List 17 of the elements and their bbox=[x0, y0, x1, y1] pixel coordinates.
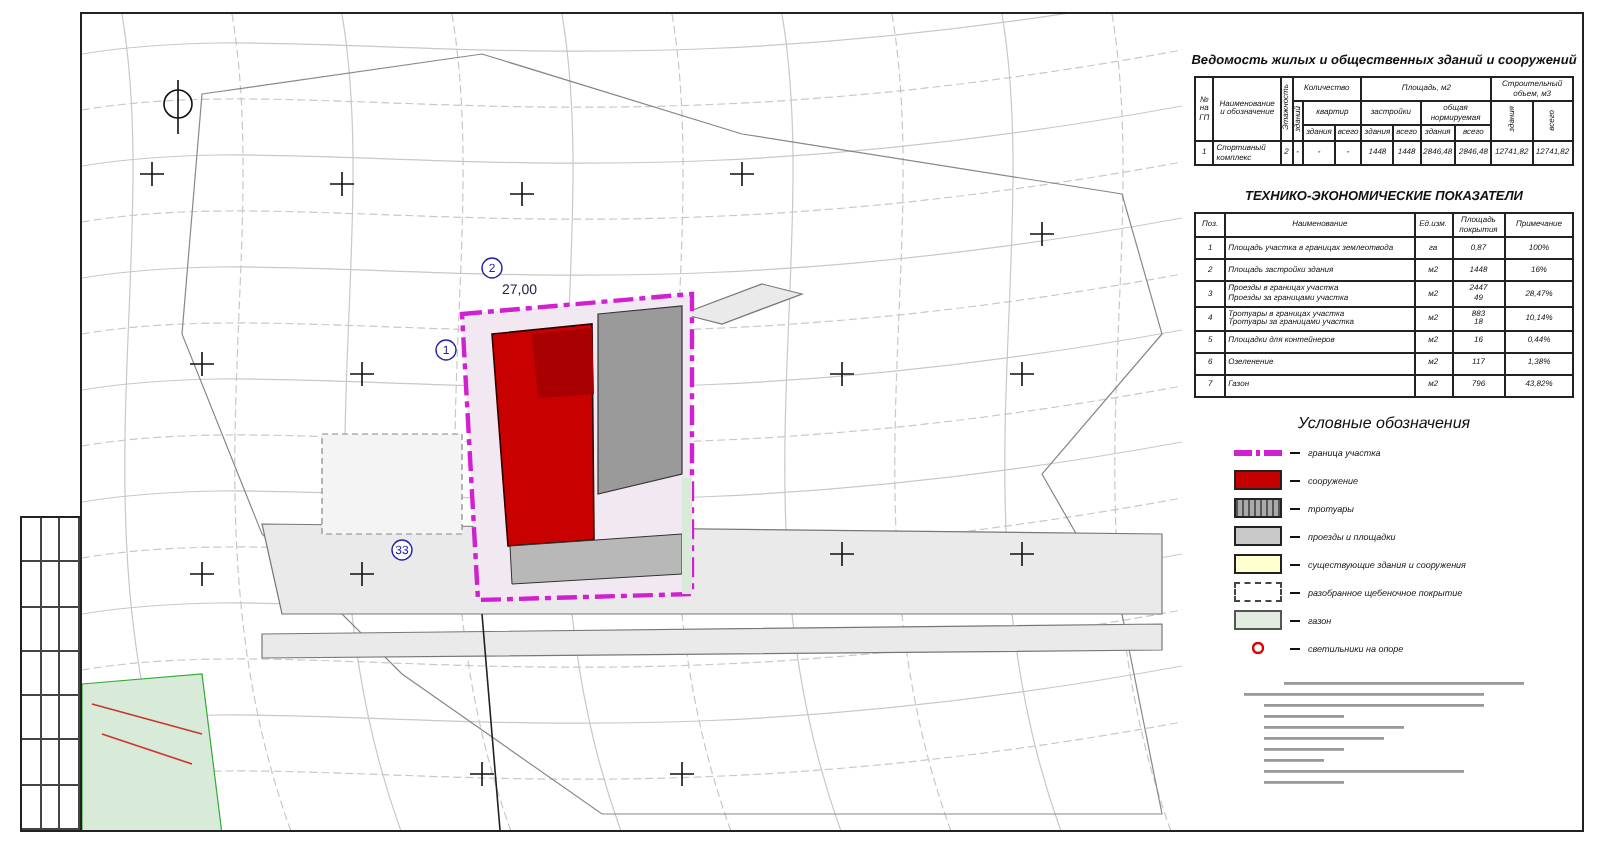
dash-mark bbox=[1290, 507, 1300, 510]
sidewalk-swatch bbox=[1234, 498, 1282, 519]
lamp-icon bbox=[1252, 642, 1264, 655]
lawn-swatch bbox=[1234, 610, 1282, 631]
dash-mark bbox=[1290, 563, 1300, 566]
existing-building-swatch bbox=[1234, 554, 1282, 575]
boundary-line-symbol bbox=[1234, 449, 1282, 456]
gravel-swatch bbox=[1234, 582, 1282, 603]
legend-title: Условные обозначения bbox=[1295, 413, 1473, 432]
dash-mark bbox=[1290, 451, 1300, 454]
dash-mark bbox=[1290, 591, 1300, 594]
dash-mark bbox=[1290, 647, 1300, 650]
dash-mark bbox=[1290, 535, 1300, 538]
building-swatch bbox=[1234, 470, 1282, 491]
dash-mark bbox=[1290, 479, 1300, 482]
dash-mark bbox=[1290, 619, 1300, 622]
road-swatch bbox=[1234, 526, 1282, 547]
